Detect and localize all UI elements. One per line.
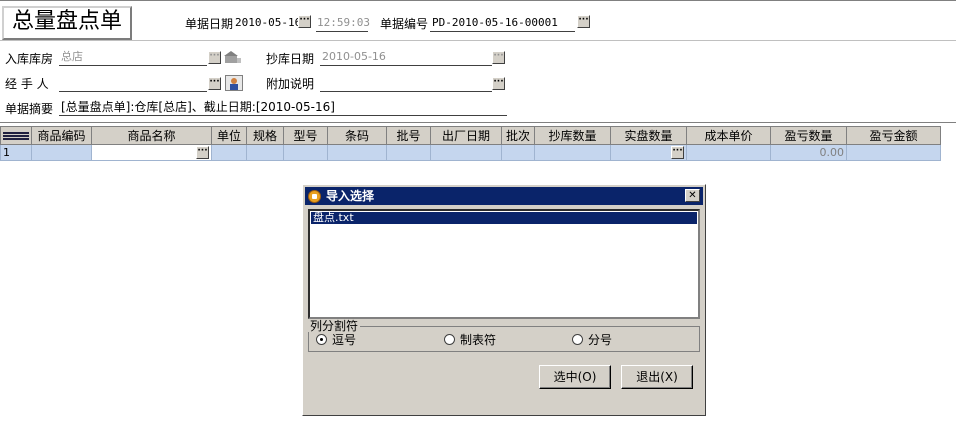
col-header[interactable]: 商品名称 [91,126,212,145]
row-indicator-header[interactable] [0,126,32,145]
select-button[interactable]: 选中(O) [539,365,611,389]
product-name-picker-button[interactable]: ··· [196,146,209,159]
doc-no-label: 单据编号 [380,17,429,31]
radio-tab-label[interactable]: 制表符 [460,331,496,348]
handler-field[interactable] [59,75,207,92]
radio-comma-label[interactable]: 逗号 [332,331,356,348]
cell-profit-amount[interactable] [846,144,941,161]
import-dialog: 导入选择 ✕ 盘点.txt 列分割符 逗号 制表符 分号 选中(O) 退出(X) [302,184,706,416]
col-header[interactable]: 盈亏金额 [846,126,941,145]
doc-time-value[interactable]: 12:59:03 [317,16,370,29]
close-icon[interactable]: ✕ [685,189,700,202]
col-header[interactable]: 抄库数量 [534,126,611,145]
dialog-title: 导入选择 [326,189,375,203]
file-listbox[interactable]: 盘点.txt [308,209,700,319]
cell-product-code[interactable] [31,144,92,161]
person-icon[interactable] [225,75,243,91]
col-header[interactable]: 批号 [386,126,431,145]
doc-no-value[interactable]: PD-2010-05-16-00001 [432,16,558,29]
table-row[interactable]: 1 ··· ··· 0.00 [0,144,941,161]
separator-groupbox [308,326,700,352]
cell-copy-qty[interactable] [534,144,611,161]
col-header[interactable]: 实盘数量 [610,126,687,145]
summary-field[interactable]: [总量盘点单]:仓库[总店]、截止日期:[2010-05-16] [59,99,507,116]
form-title: 总量盘点单 [2,6,132,40]
doc-no-button[interactable]: ··· [577,15,590,28]
list-item[interactable]: 盘点.txt [311,212,697,224]
app-icon [308,190,321,203]
cell-product-name[interactable]: ··· [91,144,212,161]
col-header[interactable]: 盈亏数量 [770,126,847,145]
row-index: 1 [0,144,32,161]
col-header[interactable]: 成本单价 [686,126,771,145]
copy-date-label: 抄库日期 [266,52,315,66]
warehouse-field[interactable]: 总店 [59,49,207,66]
cell-model[interactable] [283,144,328,161]
handler-picker-button[interactable]: ··· [208,77,221,90]
cell-lot[interactable] [501,144,535,161]
cell-mfg-date[interactable] [430,144,502,161]
radio-semicolon-label[interactable]: 分号 [588,331,612,348]
col-header[interactable]: 规格 [246,126,284,145]
cell-barcode[interactable] [327,144,387,161]
note-label: 附加说明 [266,77,315,91]
radio-tab[interactable] [444,334,455,345]
note-button[interactable]: ··· [492,77,505,90]
warehouse-icon[interactable] [224,50,242,64]
col-header[interactable]: 批次 [501,126,535,145]
summary-label: 单据摘要 [5,102,54,116]
note-field[interactable] [320,75,492,92]
doc-date-label: 单据日期 [185,17,234,31]
copy-date-field[interactable]: 2010-05-16 [320,49,492,66]
col-header[interactable]: 出厂日期 [430,126,502,145]
grid-header-row: 商品编码 商品名称 单位 规格 型号 条码 批号 出厂日期 批次 抄库数量 实盘… [0,126,941,145]
actual-qty-picker-button[interactable]: ··· [671,146,684,159]
items-grid[interactable]: 商品编码 商品名称 单位 规格 型号 条码 批号 出厂日期 批次 抄库数量 实盘… [0,126,941,161]
cell-profit-qty[interactable]: 0.00 [770,144,847,161]
cell-batch-no[interactable] [386,144,431,161]
radio-comma[interactable] [316,334,327,345]
handler-label: 经 手 人 [5,77,49,91]
cell-spec[interactable] [246,144,284,161]
top-border [0,0,956,1]
exit-button[interactable]: 退出(X) [621,365,693,389]
doc-time-underline [316,31,368,32]
col-header[interactable]: 条码 [327,126,387,145]
doc-date-picker-button[interactable]: ··· [298,15,311,28]
warehouse-label: 入库库房 [5,52,54,66]
doc-date-value[interactable]: 2010-05-16 [235,16,301,29]
cell-cost-price[interactable] [686,144,771,161]
col-header[interactable]: 商品编码 [31,126,92,145]
col-header[interactable]: 单位 [211,126,247,145]
doc-no-underline [430,31,575,32]
header-divider [0,40,956,41]
grid-top-divider [0,122,956,123]
col-header[interactable]: 型号 [283,126,328,145]
cell-unit[interactable] [211,144,247,161]
radio-semicolon[interactable] [572,334,583,345]
warehouse-picker-button[interactable]: ··· [208,51,221,64]
cell-actual-qty[interactable]: ··· [610,144,687,161]
dialog-titlebar[interactable]: 导入选择 ✕ [305,187,703,205]
copy-date-button[interactable]: ··· [492,51,505,64]
